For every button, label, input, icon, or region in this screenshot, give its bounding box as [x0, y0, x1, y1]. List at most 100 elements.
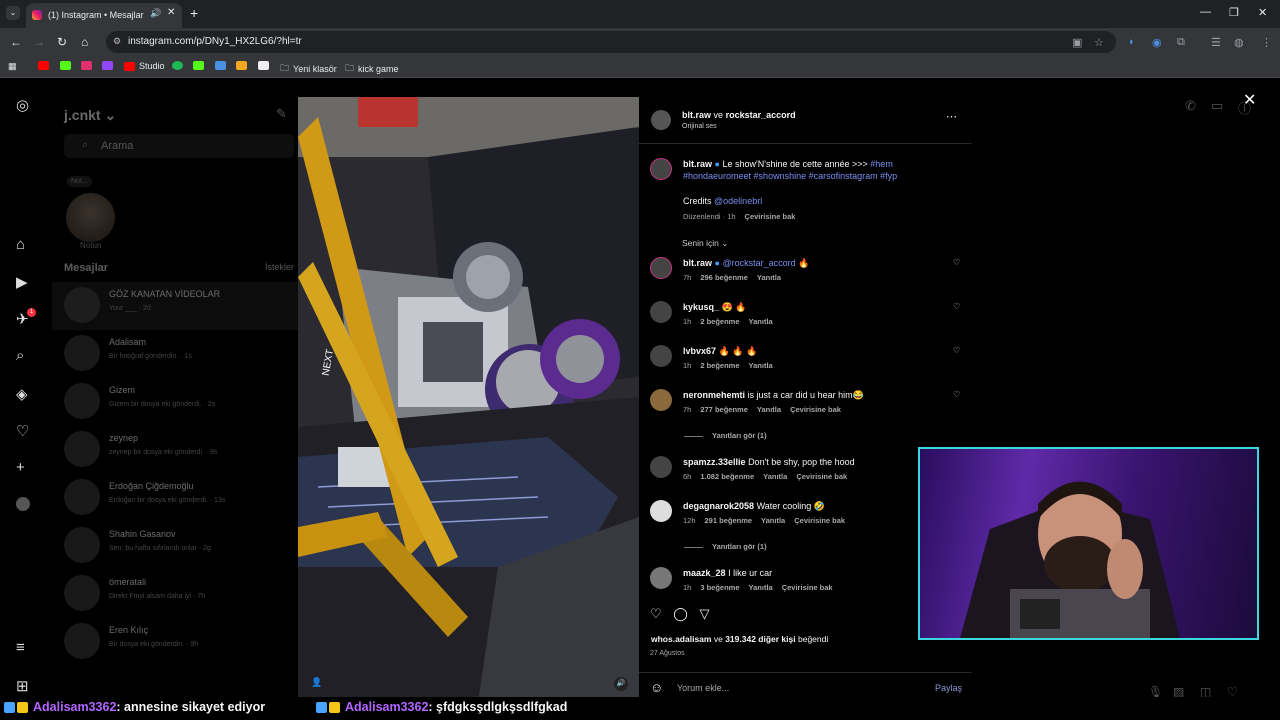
translate-link[interactable]: Çevirisine bak — [790, 405, 841, 414]
comment-likes[interactable]: 2 beğenme — [700, 361, 739, 370]
dm-search-input[interactable]: ⌕ Arama — [64, 134, 294, 158]
note-avatar[interactable] — [66, 193, 115, 242]
bookmark-icon-3[interactable] — [215, 61, 226, 70]
post-comment-button[interactable]: Paylaş — [935, 683, 962, 693]
profile-icon[interactable]: ◍ — [1234, 36, 1244, 49]
site-info-icon[interactable]: ⚙ — [113, 36, 121, 47]
search-nav-icon[interactable]: ⌕ — [16, 347, 24, 364]
folder-kick-game[interactable]: 🗀 kick game — [345, 61, 399, 77]
reading-list-icon[interactable]: ☰ — [1211, 36, 1221, 49]
explore-nav-icon[interactable]: ◈ — [16, 385, 28, 403]
back-icon[interactable]: ← — [10, 35, 22, 49]
tab-list-icon[interactable]: ⌄ — [6, 6, 20, 20]
comment-avatar[interactable] — [650, 345, 672, 367]
caption-username[interactable]: blt.raw — [683, 159, 712, 169]
emoji-icon[interactable]: ☺ — [650, 680, 663, 695]
more-menu-icon[interactable]: ≡ — [16, 639, 25, 656]
studio-bookmark[interactable]: Studio — [124, 61, 165, 71]
reply-link[interactable]: Yanıtla — [757, 405, 781, 414]
translate-link[interactable]: Çevirisine bak — [745, 212, 796, 221]
reels-nav-icon[interactable]: ▶ — [16, 273, 28, 291]
bookmark-star-icon[interactable]: ☆ — [1094, 36, 1104, 49]
post-video[interactable]: NEXT 👤 🔊 — [298, 97, 639, 703]
bookmark-icon-5[interactable] — [258, 61, 269, 70]
mute-toggle-icon[interactable]: 🔊 — [614, 677, 628, 691]
reply-link[interactable]: Yanıtla — [761, 516, 785, 525]
youtube-bookmark-icon[interactable] — [38, 61, 49, 70]
instagram-bookmark-icon[interactable] — [81, 61, 92, 70]
thread-item[interactable]: Gizem Gizem bir dosya eki gönderdi. · 2s — [52, 378, 298, 426]
reply-link[interactable]: Yanıtla — [749, 317, 773, 326]
close-window-button[interactable]: ✕ — [1258, 6, 1267, 19]
minimize-button[interactable]: — — [1200, 6, 1211, 18]
comment-avatar[interactable] — [650, 456, 672, 478]
author-avatar[interactable] — [651, 110, 671, 130]
comment-username[interactable]: blt.raw — [683, 258, 712, 268]
audio-label[interactable]: Orijinal ses — [682, 123, 717, 130]
new-tab-button[interactable]: + — [190, 5, 198, 21]
comment-avatar[interactable] — [650, 500, 672, 522]
more-options-icon[interactable]: ⋯ — [946, 110, 957, 123]
thread-item[interactable]: ömeratali Direkt Fmyi alsam daha iyi · 7h — [52, 570, 298, 618]
bookmark-icon-4[interactable] — [236, 61, 247, 70]
comment-avatar[interactable] — [650, 389, 672, 411]
comment-input[interactable]: Yorum ekle... — [677, 683, 729, 693]
home-icon[interactable]: ⌂ — [81, 35, 88, 49]
comment-likes[interactable]: 277 beğenme — [700, 405, 748, 414]
comment-likes[interactable]: 1.082 beğenme — [700, 472, 754, 481]
tagged-users-icon[interactable]: 👤 — [311, 677, 322, 688]
create-nav-icon[interactable]: + — [16, 459, 25, 476]
comment-username[interactable]: neronmehemti — [683, 390, 745, 400]
home-nav-icon[interactable]: ⌂ — [16, 236, 25, 253]
audio-playing-icon[interactable]: 🔊 — [150, 8, 161, 19]
share-icon[interactable]: ▽ — [699, 606, 709, 621]
comment-username[interactable]: degagnarok2058 — [683, 501, 754, 511]
translate-link[interactable]: Çevirisine bak — [782, 583, 833, 592]
folder-yeni-klasor[interactable]: 🗀 Yeni klasör — [280, 61, 337, 77]
credits-mention[interactable]: @odelinebrl — [714, 196, 762, 206]
phone-call-icon[interactable]: ✆ — [1185, 98, 1196, 114]
see-replies-link[interactable]: Yanıtları gör (1) — [684, 542, 767, 551]
new-message-icon[interactable]: ✎ — [276, 106, 287, 122]
translate-link[interactable]: Çevirisine bak — [796, 472, 847, 481]
like-comment-icon[interactable]: ♡ — [953, 302, 960, 311]
menu-icon[interactable]: ⋮ — [1261, 36, 1272, 49]
caption-avatar[interactable] — [650, 158, 672, 180]
twitch-bookmark-icon[interactable] — [102, 61, 113, 70]
address-bar[interactable]: ⚙ instagram.com/p/DNy1_HX2LG6/?hl=tr — [106, 31, 1116, 53]
close-modal-icon[interactable]: ✕ — [1243, 90, 1256, 110]
notifications-nav-icon[interactable]: ♡ — [16, 422, 29, 440]
reload-icon[interactable]: ↻ — [57, 35, 67, 49]
kick-bookmark-icon[interactable] — [60, 61, 71, 70]
comment-avatar[interactable] — [650, 567, 672, 589]
reply-link[interactable]: Yanıtla — [749, 361, 773, 370]
kick-bookmark-icon-2[interactable] — [193, 61, 204, 70]
profile-avatar[interactable] — [16, 497, 30, 511]
install-app-icon[interactable]: ▣ — [1072, 36, 1082, 49]
reply-link[interactable]: Yanıtla — [757, 273, 781, 282]
comment-likes[interactable]: 2 beğenme — [700, 317, 739, 326]
like-comment-icon[interactable]: ♡ — [953, 390, 960, 399]
extension-icon[interactable]: ◗ — [1128, 36, 1135, 48]
comment-username[interactable]: kykusq_ — [683, 302, 719, 312]
spotify-bookmark-icon[interactable] — [172, 61, 183, 70]
thread-item[interactable]: zeynep zeynep bir dosya eki gönderdi. · 8… — [52, 426, 298, 474]
comment-username[interactable]: spamzz.33ellie — [683, 457, 746, 467]
reply-link[interactable]: Yanıtla — [763, 472, 787, 481]
apps-icon[interactable]: ▦ — [8, 61, 17, 72]
thread-item[interactable]: GÖZ KANATAN VİDEOLAR Your ___ · 2d — [52, 282, 298, 330]
thread-item[interactable]: Erdoğan Çiğdemoğlu Erdoğan bir dosya eki … — [52, 474, 298, 522]
like-post-icon[interactable]: ♡ — [650, 606, 662, 621]
requests-link[interactable]: İstekler — [265, 262, 294, 272]
comment-likes[interactable]: 3 beğenme — [700, 583, 739, 592]
comment-likes[interactable]: 291 beğenme — [705, 516, 753, 525]
like-comment-icon[interactable]: ♡ — [953, 346, 960, 355]
forward-icon[interactable]: → — [33, 35, 45, 49]
note-bubble[interactable]: Not... — [67, 176, 92, 187]
thread-item[interactable]: Shahin Gasanov Sen: bu hafta sıfırlandı o… — [52, 522, 298, 570]
reply-link[interactable]: Yanıtla — [749, 583, 773, 592]
likes-summary[interactable]: whos.adalisam ve 319.342 diğer kişi beğe… — [651, 634, 828, 644]
comment-likes[interactable]: 296 beğenme — [700, 273, 748, 282]
see-replies-link[interactable]: Yanıtları gör (1) — [684, 431, 767, 440]
comment-avatar[interactable] — [650, 257, 672, 279]
